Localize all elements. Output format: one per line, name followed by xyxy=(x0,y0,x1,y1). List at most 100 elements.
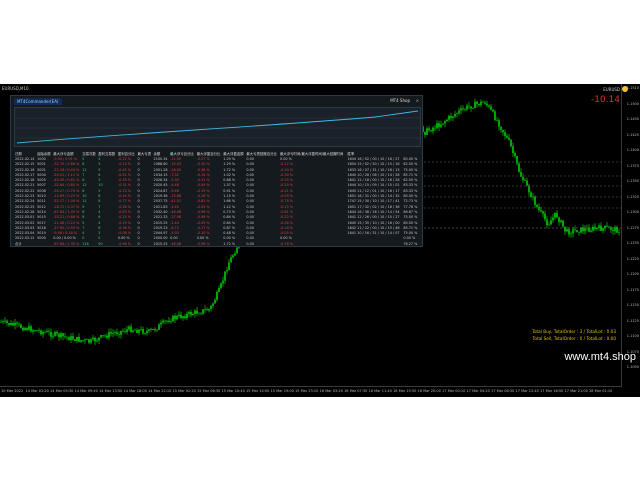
candle-body xyxy=(476,101,478,104)
candle-body xyxy=(602,228,604,231)
table-cell: 2015.25 xyxy=(153,241,168,246)
price-tick-label: 1.1275 xyxy=(626,225,639,230)
table-cell: 1641 10 / 16 / 31 / 10 / 14 / 07 xyxy=(347,231,400,236)
candle-body xyxy=(62,333,64,337)
candle-body xyxy=(220,283,222,289)
table-cell: 2022.02.24 xyxy=(15,199,35,204)
candle-body xyxy=(484,102,486,104)
candle-body xyxy=(116,332,118,334)
candle-body xyxy=(482,101,484,103)
table-row: 合计 -67.84 / 1.35 % 118 90 -0.96 % 0 2015.25 -48… xyxy=(14,242,419,247)
candle-body xyxy=(506,135,508,138)
candle-body xyxy=(548,224,550,226)
candle-body xyxy=(446,119,448,122)
stats-panel[interactable]: MT4Commander(EA) MT4 Shop × 日期 起始余额 最大浮亏金额… xyxy=(10,95,423,247)
table-cell: 1747 15 / 30 / 10 / 10 / 17 / 41 xyxy=(347,199,400,204)
candle-body xyxy=(132,330,134,333)
candle-body xyxy=(490,106,492,110)
candle-body xyxy=(194,310,196,314)
table-cell: 76.27 % xyxy=(403,241,418,246)
table-cell: 1641 12 / 26 / 00 / 10 / 15 / 27 xyxy=(347,215,400,220)
time-tick-label: 15 Mar 10:40 xyxy=(221,389,245,393)
candle-body xyxy=(42,332,44,335)
candle-body xyxy=(92,337,94,340)
stats-header-cell: 盈利交易数 xyxy=(98,152,116,156)
candle-body xyxy=(606,225,608,227)
table-cell: -0.78 % xyxy=(279,241,294,246)
candle-body xyxy=(202,309,204,314)
candle-body xyxy=(54,331,56,336)
candle-body xyxy=(472,108,474,109)
candle-body xyxy=(460,108,462,111)
price-tick-label: 1.1375 xyxy=(626,163,639,168)
table-cell: 0 xyxy=(137,241,140,246)
candle-body xyxy=(90,339,92,343)
candle-body xyxy=(516,156,518,164)
stats-header-cell: 最大浮盈金额 xyxy=(223,152,244,156)
price-tick-label: 1.1450 xyxy=(626,117,639,121)
candle-body xyxy=(512,146,514,154)
candle-body xyxy=(80,340,82,342)
candle-body xyxy=(138,329,140,333)
candle-body xyxy=(86,339,88,340)
price-tick-label: 1.1150 xyxy=(626,303,639,307)
time-tick-label: 14 Mar 13:50 xyxy=(99,389,123,393)
candle-body xyxy=(426,128,428,135)
candle-body xyxy=(66,336,68,338)
candle-body xyxy=(32,330,34,332)
candle-body xyxy=(72,336,74,340)
candle-body xyxy=(74,339,76,341)
candle-body xyxy=(110,332,112,334)
candle-body xyxy=(18,323,20,325)
candle-body xyxy=(108,332,110,338)
candle-body xyxy=(58,333,60,338)
candle-body xyxy=(124,331,126,332)
table-cell: 118 xyxy=(82,241,89,246)
candle-body xyxy=(104,335,106,337)
candle-body xyxy=(84,339,86,341)
candle-body xyxy=(556,212,558,218)
table-cell: 72.73 % xyxy=(403,199,418,204)
candle-body xyxy=(152,329,154,330)
price-tick-label: 1.1175 xyxy=(626,287,639,292)
candle-body xyxy=(208,309,210,311)
watermark: www.mt4.shop xyxy=(564,351,636,363)
candle-body xyxy=(44,332,46,333)
candle-body xyxy=(172,315,174,322)
stats-header-cell: 最大亏损回撤百分比 xyxy=(246,152,277,156)
candle-body xyxy=(100,335,102,338)
time-tick-label: 15 Mar 19:00 xyxy=(270,389,294,393)
candle-body xyxy=(454,114,456,117)
candle-body xyxy=(78,336,80,342)
panel-brand: MT4 Shop xyxy=(390,98,410,103)
time-tick-label: 15 Mar 02:20 xyxy=(172,389,196,393)
time-axis[interactable]: 10 Mar 2022 14 Mar 01:20 14 Mar 05:30 14 Ma… xyxy=(0,386,622,397)
candle-body xyxy=(608,226,610,228)
time-tick-label: 15 Mar 14:50 xyxy=(246,389,270,393)
candle-body xyxy=(228,262,230,271)
candle-body xyxy=(8,323,10,326)
time-tick-label: 15 Mar 23:10 xyxy=(295,389,319,393)
time-tick-label: 14 Mar 09:40 xyxy=(74,389,98,393)
candle-body xyxy=(444,121,446,124)
price-tick-label: 1.1250 xyxy=(626,241,639,245)
candle-body xyxy=(146,331,148,334)
candle-body xyxy=(576,230,578,233)
candle-body xyxy=(518,163,520,172)
candle-body xyxy=(148,329,150,332)
price-tick-label: 1.1325 xyxy=(626,194,639,199)
candle-body xyxy=(538,206,540,211)
candle-body xyxy=(88,339,90,343)
candle-body xyxy=(540,210,542,212)
candle-body xyxy=(618,232,620,233)
candle-body xyxy=(16,322,18,324)
price-axis[interactable]: 1.1510 1.1500 1.1450 1.1425 1.1400 1.1375 1.13… xyxy=(621,84,640,386)
mt4-chart-window: EURUSD,M10 EURUSD -10.14 1.1510 1.1500 1.1… xyxy=(0,84,640,397)
chart-symbol-title: EURUSD,M10 xyxy=(2,86,29,91)
stats-header-cell: 日期 xyxy=(15,152,22,156)
stats-table: 日期 起始余额 最大浮亏金额 交易次数 盈利交易数 盈利百分比 最大亏损 余额 最大浮亏百分比最… xyxy=(14,150,419,247)
candle-body xyxy=(14,322,16,326)
candle-body xyxy=(428,128,430,131)
close-icon[interactable]: × xyxy=(416,98,419,103)
candle-body xyxy=(488,105,490,107)
